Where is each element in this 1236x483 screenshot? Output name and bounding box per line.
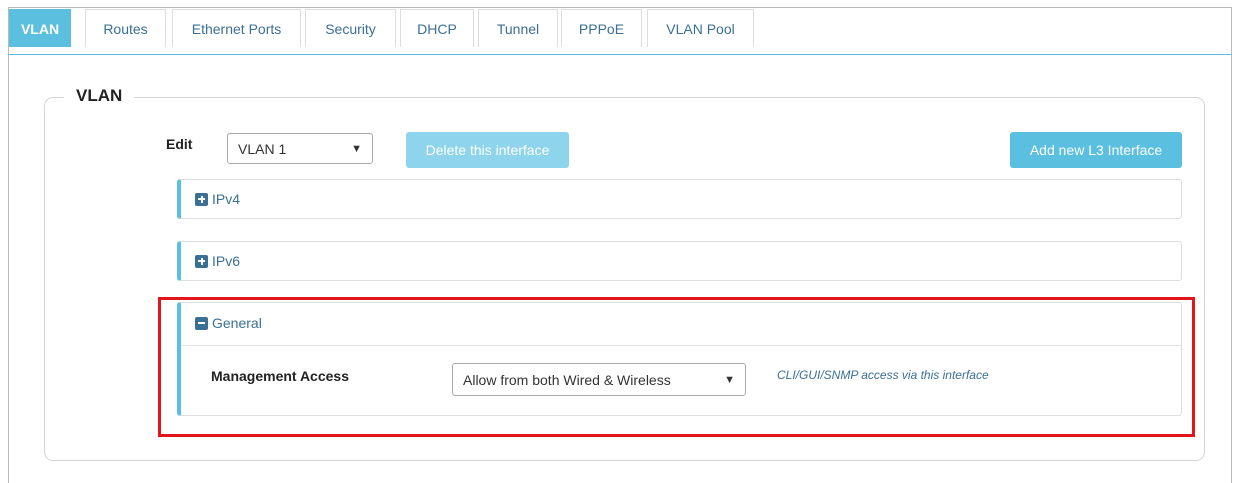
tab-label: Ethernet Ports bbox=[191, 20, 282, 37]
tab-dhcp[interactable]: DHCP bbox=[400, 9, 474, 47]
plus-square-icon bbox=[195, 192, 208, 206]
ipv6-panel-header[interactable]: IPv6 bbox=[195, 253, 240, 269]
dropdown-arrow-icon: ▼ bbox=[351, 142, 362, 155]
section-title: VLAN bbox=[64, 86, 135, 106]
management-access-hint: CLI/GUI/SNMP access via this interface bbox=[777, 368, 989, 382]
tab-vlan-pool[interactable]: VLAN Pool bbox=[647, 9, 754, 47]
plus-square-icon bbox=[195, 254, 208, 268]
tab-pppoe[interactable]: PPPoE bbox=[561, 9, 642, 47]
tab-label: Routes bbox=[103, 20, 148, 37]
panel-divider bbox=[181, 345, 1181, 346]
tab-tunnel[interactable]: Tunnel bbox=[478, 9, 558, 47]
tab-label: PPPoE bbox=[578, 20, 625, 37]
management-access-select[interactable]: Allow from both Wired & Wireless ▼ bbox=[452, 363, 746, 396]
management-access-label: Management Access bbox=[211, 368, 349, 384]
tab-underline bbox=[8, 54, 1232, 55]
ipv6-title: IPv6 bbox=[212, 253, 241, 269]
ipv4-panel-header[interactable]: IPv4 bbox=[195, 191, 240, 207]
tab-label: Tunnel bbox=[496, 20, 540, 37]
edit-label: Edit bbox=[166, 136, 193, 152]
general-panel-header[interactable]: General bbox=[195, 315, 262, 331]
tab-ethernet-ports[interactable]: Ethernet Ports bbox=[172, 9, 301, 47]
tab-routes[interactable]: Routes bbox=[85, 9, 166, 47]
general-panel: General Management Access Allow from bot… bbox=[177, 302, 1182, 416]
minus-square-icon bbox=[195, 316, 208, 330]
vlan-select-value: VLAN 1 bbox=[238, 140, 287, 157]
add-l3-interface-button[interactable]: Add new L3 Interface bbox=[1010, 132, 1182, 168]
tab-label: Security bbox=[325, 20, 376, 37]
tab-label: DHCP bbox=[417, 20, 457, 37]
general-title: General bbox=[212, 315, 262, 331]
dropdown-arrow-icon: ▼ bbox=[724, 373, 735, 386]
tab-label: VLAN bbox=[20, 20, 60, 37]
management-access-value: Allow from both Wired & Wireless bbox=[463, 371, 671, 388]
ipv4-title: IPv4 bbox=[212, 191, 241, 207]
tab-vlan[interactable]: VLAN bbox=[9, 9, 71, 47]
tab-label: VLAN Pool bbox=[666, 20, 735, 37]
ipv4-panel: IPv4 bbox=[177, 179, 1182, 219]
ipv6-panel: IPv6 bbox=[177, 241, 1182, 281]
tab-security[interactable]: Security bbox=[305, 9, 396, 47]
delete-interface-button[interactable]: Delete this interface bbox=[406, 132, 569, 168]
vlan-select[interactable]: VLAN 1 ▼ bbox=[227, 133, 373, 164]
